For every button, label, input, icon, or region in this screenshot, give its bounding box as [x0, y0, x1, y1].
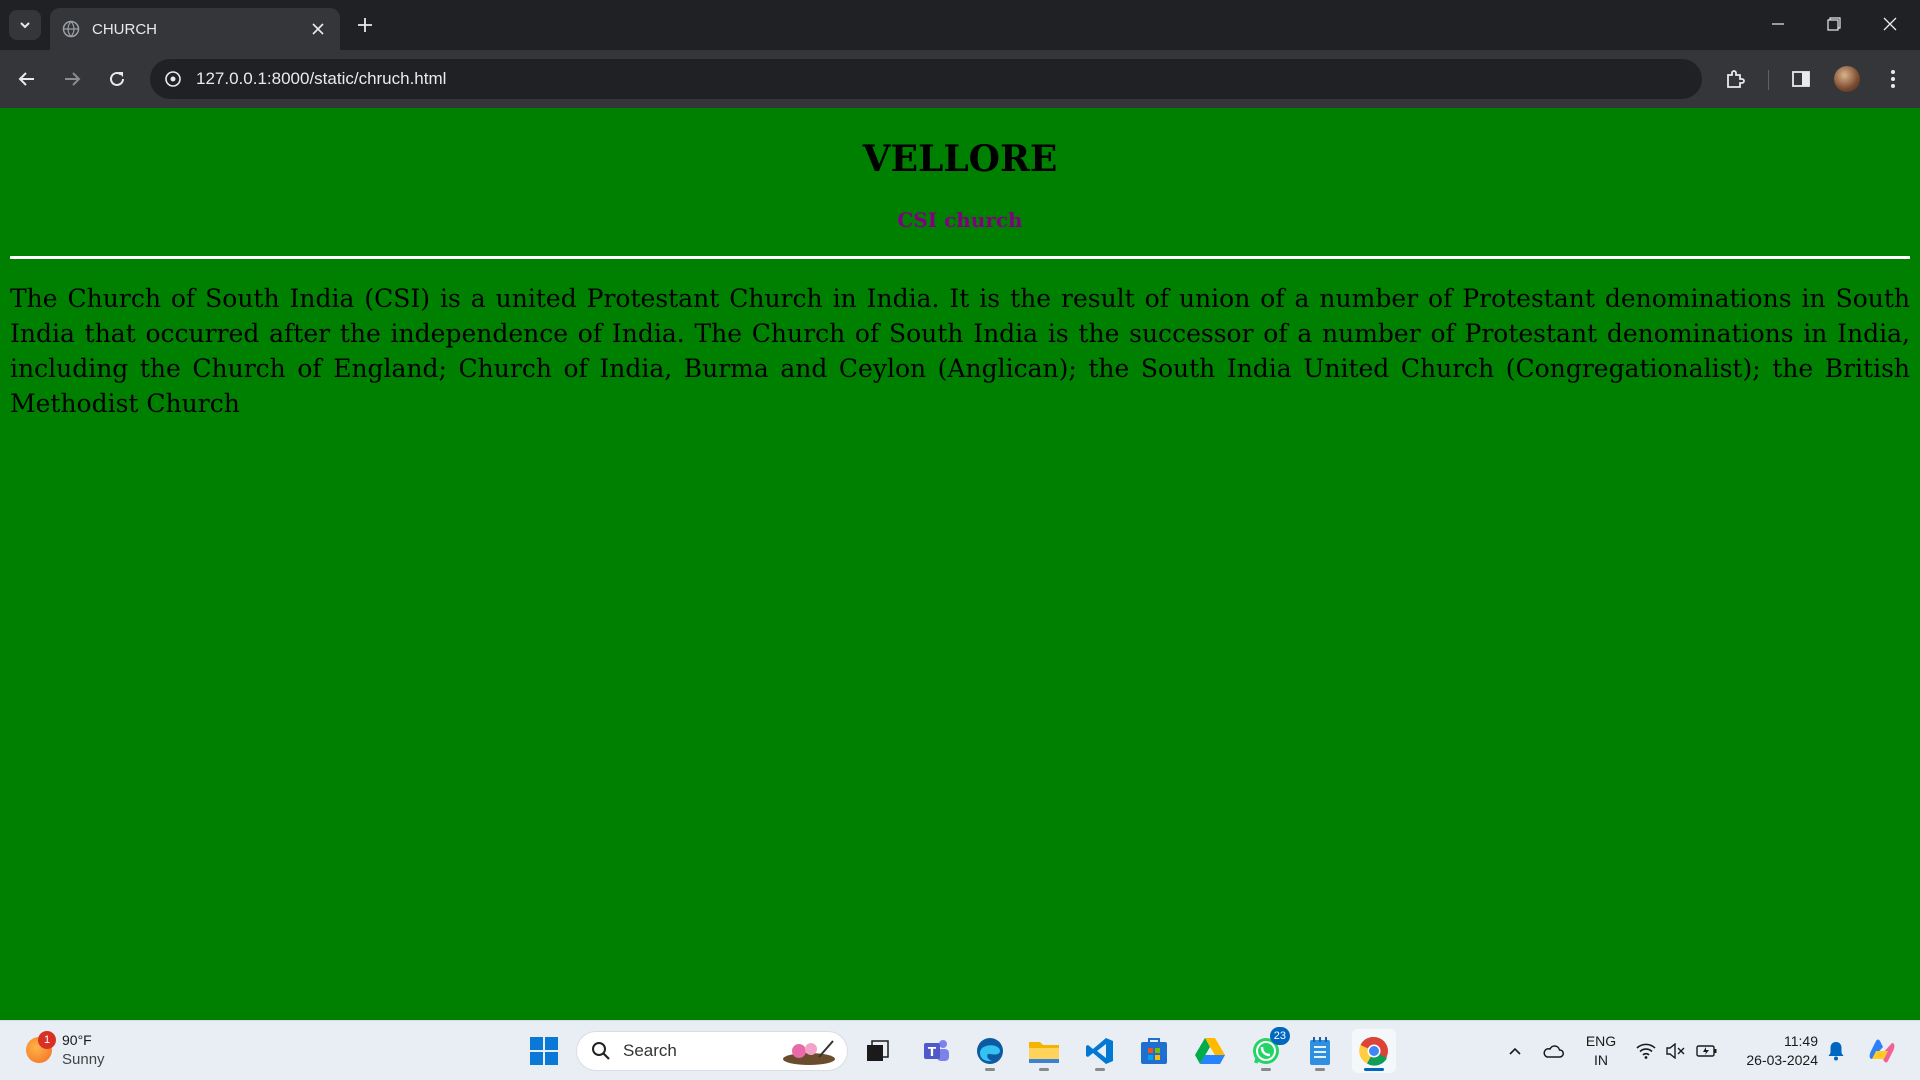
close-window-button[interactable] — [1862, 0, 1918, 48]
restore-button[interactable] — [1806, 0, 1862, 48]
teams-icon: T — [924, 1040, 949, 1061]
toolbar-separator — [1768, 70, 1769, 90]
more-vert-icon — [1891, 70, 1895, 88]
browser-tab[interactable]: CHURCH — [50, 8, 340, 50]
taskbar: 1 90°F Sunny Search T 23 ENG IN 11:49 26… — [0, 1020, 1920, 1080]
reload-icon — [110, 71, 124, 86]
running-indicator — [985, 1068, 995, 1071]
bell-icon — [1828, 1042, 1844, 1061]
search-icon — [592, 1042, 610, 1060]
taskbar-app-vscode[interactable] — [1078, 1029, 1122, 1073]
browser-toolbar: 127.0.0.1:8000/static/chruch.html — [0, 50, 1920, 108]
taskbar-app-notepad[interactable] — [1298, 1029, 1342, 1073]
unread-count-badge: 23 — [1269, 1027, 1290, 1045]
weather-widget[interactable]: 1 90°F Sunny — [26, 1031, 105, 1069]
input-language-indicator[interactable]: ENG IN — [1580, 1032, 1622, 1070]
side-panel-icon — [1792, 71, 1810, 87]
minimize-icon — [1772, 23, 1784, 25]
copilot-button[interactable] — [1862, 1021, 1902, 1080]
side-panel-button[interactable] — [1784, 62, 1818, 96]
horizontal-rule — [10, 256, 1910, 259]
extensions-button[interactable] — [1718, 62, 1752, 96]
taskbar-app-whatsapp[interactable]: 23 — [1244, 1027, 1290, 1073]
windows-logo-icon — [530, 1037, 558, 1065]
language-code: ENG — [1585, 1033, 1617, 1049]
page-subheading: CSI church — [897, 208, 1023, 232]
clock-date: 26-03-2024 — [1746, 1052, 1818, 1068]
running-indicator — [1261, 1068, 1271, 1071]
folder-icon — [1029, 1042, 1059, 1063]
puzzle-icon — [1727, 70, 1745, 88]
address-url[interactable]: 127.0.0.1:8000/static/chruch.html — [196, 69, 446, 89]
back-button[interactable] — [10, 62, 44, 96]
taskbar-clock[interactable]: 11:49 26-03-2024 — [1730, 1032, 1818, 1070]
web-page: VELLORE CSI church The Church of South I… — [0, 108, 1920, 1020]
notification-badge: 1 — [38, 1031, 56, 1049]
battery-charging-icon — [1696, 1045, 1717, 1057]
onedrive-tray-button[interactable] — [1538, 1021, 1568, 1080]
chevron-down-icon — [20, 22, 30, 29]
site-info-icon[interactable] — [164, 70, 182, 88]
notepad-icon — [1310, 1037, 1330, 1065]
arrow-right-icon — [65, 72, 81, 86]
clock-time: 11:49 — [1784, 1033, 1818, 1049]
volume-tray-button[interactable] — [1662, 1021, 1690, 1080]
running-indicator — [1315, 1068, 1325, 1071]
taskbar-app-edge[interactable] — [968, 1029, 1012, 1073]
running-indicator — [1039, 1068, 1049, 1071]
taskbar-app-chrome[interactable] — [1352, 1029, 1396, 1073]
profile-button[interactable] — [1830, 62, 1864, 96]
forward-button[interactable] — [55, 62, 89, 96]
restore-icon — [1827, 17, 1841, 31]
browser-menu-button[interactable] — [1876, 62, 1910, 96]
edge-icon — [977, 1038, 1003, 1064]
region-code: IN — [1594, 1052, 1608, 1068]
weather-condition: Sunny — [62, 1051, 105, 1068]
sun-icon: 1 — [26, 1031, 56, 1063]
chrome-icon — [1359, 1036, 1388, 1066]
battery-tray-button[interactable] — [1692, 1021, 1722, 1080]
search-label: Search — [623, 1041, 677, 1060]
close-icon — [1883, 17, 1897, 31]
running-indicator — [1364, 1068, 1384, 1071]
body-paragraph: The Church of South India (CSI) is a uni… — [10, 284, 1910, 418]
taskbar-search[interactable]: Search — [576, 1031, 848, 1071]
arrow-left-icon — [18, 72, 34, 86]
volume-muted-icon — [1666, 1043, 1685, 1059]
avatar — [1834, 66, 1860, 92]
globe-icon — [62, 20, 80, 38]
taskbar-app-store[interactable] — [1132, 1029, 1176, 1073]
vscode-icon — [1086, 1038, 1113, 1064]
plus-icon — [358, 18, 372, 32]
address-bar[interactable]: 127.0.0.1:8000/static/chruch.html — [150, 59, 1702, 99]
copilot-icon — [1869, 1039, 1895, 1063]
svg-text:T: T — [928, 1045, 937, 1059]
new-tab-button[interactable] — [350, 12, 380, 38]
drive-icon — [1195, 1038, 1225, 1064]
taskbar-app-file-explorer[interactable] — [1022, 1029, 1066, 1073]
store-icon — [1141, 1038, 1167, 1064]
cloud-icon — [1543, 1045, 1564, 1058]
chevron-up-icon — [1509, 1047, 1521, 1055]
start-button[interactable] — [522, 1029, 566, 1073]
running-indicator — [1095, 1068, 1105, 1071]
task-view-icon — [867, 1040, 889, 1061]
search-highlight-icon — [783, 1040, 835, 1065]
tab-title: CHURCH — [92, 20, 157, 38]
tab-search-button[interactable] — [9, 10, 41, 40]
taskbar-app-google-drive[interactable] — [1188, 1029, 1232, 1073]
reload-button[interactable] — [100, 62, 134, 96]
page-heading: VELLORE — [862, 138, 1058, 180]
network-tray-button[interactable] — [1632, 1021, 1660, 1080]
weather-temperature: 90°F — [62, 1032, 92, 1048]
tab-strip: CHURCH — [0, 0, 1920, 50]
notifications-button[interactable] — [1822, 1021, 1850, 1080]
taskbar-app-teams[interactable]: T — [914, 1029, 958, 1073]
show-hidden-icons-button[interactable] — [1500, 1021, 1530, 1080]
tab-close-icon[interactable] — [308, 19, 328, 39]
taskbar-app-task-view[interactable] — [856, 1029, 900, 1073]
wifi-icon — [1636, 1043, 1656, 1059]
minimize-button[interactable] — [1750, 0, 1806, 48]
